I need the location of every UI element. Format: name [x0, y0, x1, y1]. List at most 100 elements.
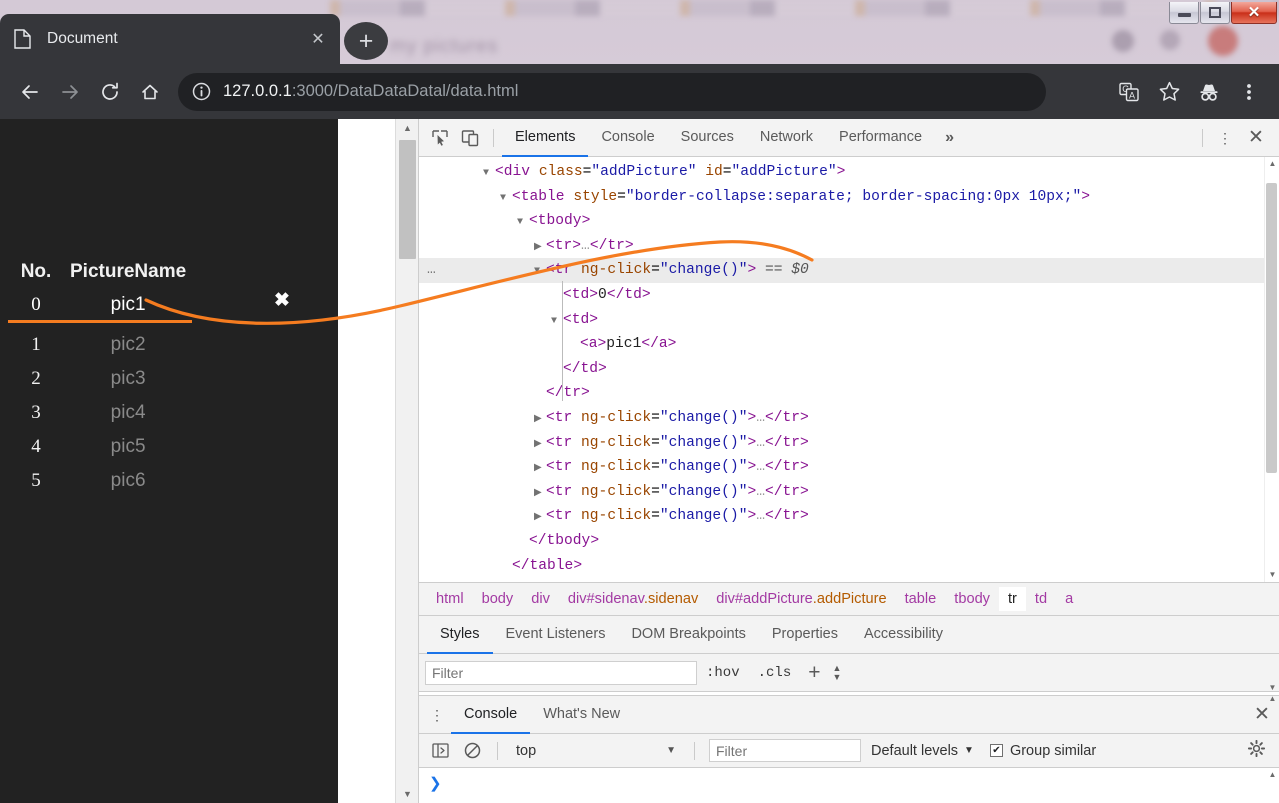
expand-triangle-icon[interactable] [534, 482, 546, 507]
gear-icon[interactable] [1239, 739, 1273, 762]
dom-tree-line[interactable]: <div class="addPicture" id="addPicture"> [419, 160, 1279, 185]
execution-context-select[interactable]: top ▼ [508, 739, 684, 763]
dom-tree-line[interactable]: <td>0</td> [419, 283, 1279, 308]
expand-triangle-icon[interactable] [534, 236, 546, 261]
row-picture-name[interactable]: pic2 [64, 333, 192, 357]
tab-network[interactable]: Network [747, 119, 826, 157]
table-row[interactable]: 2 pic3 [8, 367, 192, 391]
incognito-icon[interactable] [1189, 72, 1229, 112]
expand-triangle-icon[interactable] [534, 433, 546, 458]
console-output[interactable]: ❯ ▲ [419, 768, 1279, 803]
breadcrumb-item-div[interactable]: div [522, 587, 559, 611]
table-row[interactable]: 0 pic1 [8, 293, 193, 323]
devtools-kebab-menu-icon[interactable]: ⋮ [1211, 131, 1239, 145]
tab-dom-breakpoints[interactable]: DOM Breakpoints [618, 616, 758, 654]
expand-triangle-icon[interactable] [534, 408, 546, 433]
dom-tree-line[interactable]: <tr>…</tr> [419, 234, 1279, 259]
home-button[interactable] [130, 72, 170, 112]
collapse-triangle-icon[interactable] [500, 187, 512, 212]
dom-tree-scrollbar[interactable]: ▲ ▼ [1264, 157, 1279, 582]
page-scroll-thumb[interactable] [399, 140, 416, 259]
breadcrumb-item-html[interactable]: html [427, 587, 473, 611]
table-row[interactable]: 4 pic5 [8, 435, 192, 459]
more-tabs-button[interactable]: » [935, 129, 964, 147]
row-picture-name[interactable]: pic4 [64, 401, 192, 425]
computed-style-spinner[interactable]: ▲ ▼ [828, 663, 845, 682]
dom-tree-line[interactable]: <tr ng-click="change()">…</tr> [419, 480, 1279, 505]
drawer-kebab-menu-icon[interactable]: ⋮ [423, 708, 451, 722]
dom-tree-line[interactable]: <tr ng-click="change()">…</tr> [419, 504, 1279, 529]
console-scrollbar[interactable]: ▲ [1265, 768, 1279, 803]
hov-button[interactable]: :hov [697, 665, 749, 681]
drawer-tab-console[interactable]: Console [451, 696, 531, 734]
console-scroll-up-arrow[interactable]: ▲ [1265, 768, 1279, 782]
device-toolbar-icon[interactable] [455, 124, 485, 152]
dom-tree-line[interactable]: <table style="border-collapse:separate; … [419, 185, 1279, 210]
dom-tree-line[interactable]: <tr ng-click="change()">…</tr> [419, 455, 1279, 480]
breadcrumb-item-td[interactable]: td [1026, 587, 1056, 611]
translate-icon[interactable]: G A [1109, 72, 1149, 112]
breadcrumb-item-body[interactable]: body [473, 587, 523, 611]
reload-button[interactable] [90, 72, 130, 112]
row-picture-name[interactable]: pic6 [64, 469, 192, 493]
tab-styles[interactable]: Styles [427, 616, 493, 654]
tab-elements[interactable]: Elements [502, 119, 589, 157]
clear-console-icon[interactable] [457, 738, 487, 764]
scroll-down-arrow[interactable]: ▼ [396, 785, 418, 803]
breadcrumb-item-tr[interactable]: tr [998, 587, 1026, 611]
expand-triangle-icon[interactable] [534, 457, 546, 482]
styles-scroll-down-arrow[interactable]: ▼ [1265, 681, 1279, 695]
expand-triangle-icon[interactable] [534, 506, 546, 531]
styles-filter-input[interactable] [425, 660, 697, 685]
cls-button[interactable]: .cls [749, 665, 801, 681]
back-button[interactable] [10, 72, 50, 112]
tab-event-listeners[interactable]: Event Listeners [493, 616, 619, 654]
dom-tree-container[interactable]: <div class="addPicture" id="addPicture">… [419, 157, 1279, 582]
collapse-triangle-icon[interactable] [534, 260, 546, 285]
address-bar[interactable]: 127.0.0.1:3000/DataDataDatal/data.html [178, 72, 1046, 111]
tab-sources[interactable]: Sources [668, 119, 747, 157]
row-picture-name[interactable]: pic3 [64, 367, 192, 391]
drawer-close-button[interactable]: ✕ [1245, 703, 1279, 726]
devtools-close-button[interactable]: ✕ [1239, 126, 1273, 149]
inspect-element-icon[interactable] [425, 124, 455, 152]
dom-tree-line[interactable]: </table> [419, 554, 1279, 579]
tab-close-button[interactable]: ✕ [306, 27, 330, 51]
collapse-triangle-icon[interactable] [483, 162, 495, 187]
kebab-menu-icon[interactable] [1229, 72, 1269, 112]
tab-properties[interactable]: Properties [759, 616, 851, 654]
dom-tree-line[interactable]: … <tr ng-click="change()"> == $0 [419, 258, 1279, 283]
group-similar-toggle[interactable]: ✔ Group similar [989, 743, 1096, 759]
table-row[interactable]: 5 pic6 [8, 469, 192, 493]
tab-console[interactable]: Console [588, 119, 667, 157]
star-icon[interactable] [1149, 72, 1189, 112]
dom-tree-line[interactable]: </tr> [419, 381, 1279, 406]
breadcrumb-item-div-addPicture[interactable]: div#addPicture.addPicture [707, 587, 895, 611]
dom-tree-line[interactable]: <td> [419, 308, 1279, 333]
dom-tree-line[interactable]: <tr ng-click="change()">…</tr> [419, 431, 1279, 456]
new-tab-button[interactable]: + [344, 22, 388, 60]
tab-accessibility[interactable]: Accessibility [851, 616, 956, 654]
group-similar-checkbox[interactable]: ✔ [989, 744, 1003, 757]
tab-performance[interactable]: Performance [826, 119, 935, 157]
collapse-triangle-icon[interactable] [517, 211, 529, 236]
breadcrumb-item-div-sidenav[interactable]: div#sidenav.sidenav [559, 587, 707, 611]
site-info-icon[interactable] [192, 82, 211, 101]
breadcrumb-item-a[interactable]: a [1056, 587, 1082, 611]
page-scrollbar[interactable]: ▲ ▼ [395, 119, 418, 803]
drawer-tab-whats-new[interactable]: What's New [530, 696, 633, 734]
dom-tree-line[interactable]: <a>pic1</a> [419, 332, 1279, 357]
styles-scrollbar[interactable]: ▲ ▼ [1265, 683, 1279, 703]
spinner-down-icon[interactable]: ▼ [832, 672, 841, 682]
console-filter-input[interactable] [709, 739, 861, 762]
console-levels-select[interactable]: Default levels ▼ [863, 743, 982, 759]
dom-tree-line[interactable]: <tr ng-click="change()">…</tr> [419, 406, 1279, 431]
table-row[interactable]: 1 pic2 [8, 333, 192, 357]
scroll-up-arrow[interactable]: ▲ [396, 119, 418, 137]
forward-button[interactable] [50, 72, 90, 112]
dom-tree-line[interactable]: </tbody> [419, 529, 1279, 554]
dom-scroll-down-arrow[interactable]: ▼ [1265, 568, 1279, 582]
dom-tree-line[interactable]: <tbody> [419, 209, 1279, 234]
row-picture-name[interactable]: pic1 [64, 293, 193, 323]
dom-scroll-up-arrow[interactable]: ▲ [1265, 157, 1279, 171]
